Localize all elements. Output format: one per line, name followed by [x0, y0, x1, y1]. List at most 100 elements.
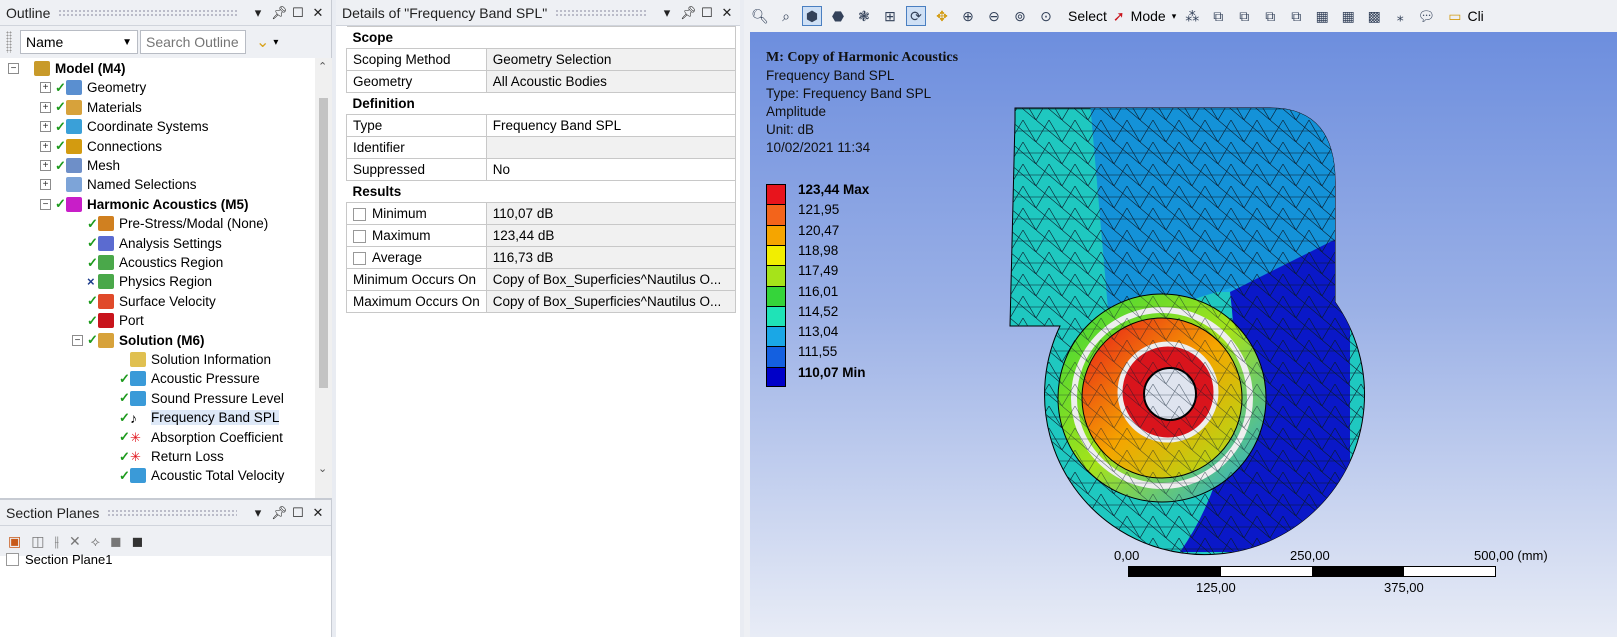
select-edge-icon[interactable]: ⧉	[1208, 6, 1228, 26]
tree-item[interactable]: ✓ Acoustic Total Velocity	[104, 466, 284, 485]
select-node-icon[interactable]: ⧉	[1286, 6, 1306, 26]
details-row[interactable]: Minimum 110,07 dB	[346, 202, 737, 225]
tree-item[interactable]: − ✓ Solution (M6)	[72, 331, 204, 350]
details-row[interactable]: Scoping Method Geometry Selection	[346, 48, 737, 71]
tree-item[interactable]: ✓ Acoustics Region	[72, 253, 223, 272]
tree-item[interactable]: ✓ Analysis Settings	[72, 234, 222, 253]
parameter-checkbox[interactable]	[353, 251, 366, 265]
expand-toggle-icon[interactable]: +	[40, 160, 51, 171]
select-label[interactable]: Select	[1068, 8, 1107, 24]
select-vertex-icon[interactable]: ⁂	[1182, 6, 1202, 26]
scroll-down-icon[interactable]: ⌄	[318, 462, 327, 475]
pan-icon[interactable]: ✥	[932, 6, 952, 26]
property-value[interactable]: All Acoustic Bodies	[485, 70, 737, 93]
tree-item[interactable]: ✓ ♪ Frequency Band SPL	[104, 408, 280, 427]
delete-section-icon[interactable]: ✕	[69, 533, 81, 550]
tree-item[interactable]: ✓ Sound Pressure Level	[104, 389, 284, 408]
dropdown-icon[interactable]: ▾	[660, 5, 674, 21]
solid-icon[interactable]: ⬢	[802, 6, 822, 26]
clipboard-icon[interactable]: ▭	[1448, 8, 1461, 25]
label-icon[interactable]: 💬︎	[1416, 6, 1436, 26]
expand-toggle-icon[interactable]: +	[40, 179, 51, 191]
property-value[interactable]: 123,44 dB	[485, 224, 737, 247]
property-value[interactable]	[485, 136, 737, 159]
property-value[interactable]: Copy of Box_Superficies^Nautilus O...	[485, 290, 737, 313]
dropdown-icon[interactable]: ▾	[251, 505, 265, 521]
tree-item[interactable]: + ✓ Coordinate Systems	[40, 117, 209, 136]
tree-item[interactable]: ✓ ✳ Return Loss	[104, 447, 224, 466]
tree-item[interactable]: + ✓ Materials	[40, 98, 142, 117]
maximize-icon[interactable]: ☐	[291, 5, 305, 21]
select-cursor-icon[interactable]: ➚	[1113, 8, 1125, 25]
property-value[interactable]: No	[485, 158, 737, 181]
tree-item[interactable]: + ✓ Geometry	[40, 78, 146, 97]
property-value[interactable]: Frequency Band SPL	[485, 114, 737, 137]
maximize-icon[interactable]: ☐	[291, 505, 305, 521]
wireframe-icon[interactable]: ⊞	[880, 6, 900, 26]
expand-toggle-icon[interactable]: +	[40, 101, 51, 113]
shaded-icon[interactable]: ⬣	[828, 6, 848, 26]
details-row[interactable]: Maximum Occurs On Copy of Box_Superficies…	[346, 290, 737, 313]
expand-toggle-icon[interactable]: −	[40, 198, 51, 210]
property-value[interactable]: Geometry Selection	[485, 48, 737, 71]
new-section-icon[interactable]: ▣	[8, 533, 21, 550]
cap-icon[interactable]: ⟡	[91, 533, 100, 550]
close-icon[interactable]: ✕	[311, 505, 325, 521]
tree-item[interactable]: ✓ ✳ Absorption Coefficient	[104, 428, 283, 447]
section-plane-icon[interactable]: ⫲	[54, 533, 59, 550]
details-row[interactable]: Identifier	[346, 136, 737, 159]
tree-item[interactable]: + ✓ Connections	[40, 137, 162, 156]
tree-scrollbar[interactable]: ⌃ ⌄	[315, 58, 332, 498]
dropdown-icon[interactable]: ▾	[251, 5, 265, 21]
expand-tree-icon[interactable]: ⌄	[256, 32, 269, 52]
tree-item[interactable]: − ✓ Harmonic Acoustics (M5)	[40, 195, 249, 214]
expand-toggle-icon[interactable]: +	[40, 121, 51, 133]
box-zoom-icon[interactable]: ⊚	[1010, 6, 1030, 26]
maximize-icon[interactable]: ☐	[700, 5, 714, 21]
coordinate-triad-icon[interactable]: ⁎	[1390, 6, 1410, 26]
filter-combo[interactable]: Name ▼	[20, 30, 138, 54]
pin-icon[interactable]: 📌︎	[271, 505, 288, 521]
zoom-in-icon[interactable]: ⊕	[958, 6, 978, 26]
close-icon[interactable]: ✕	[720, 5, 734, 21]
scroll-up-icon[interactable]: ⌃	[318, 60, 327, 73]
tree-item[interactable]: ✓ Acoustic Pressure	[104, 369, 260, 388]
chevron-down-icon[interactable]: ▾	[1172, 11, 1177, 22]
pin-icon[interactable]: 📌︎	[680, 5, 697, 21]
section-plane-item[interactable]: Section Plane1	[6, 552, 112, 567]
property-value[interactable]: 116,73 dB	[485, 246, 737, 269]
details-group-header[interactable]: −Definition	[346, 92, 736, 115]
zoom-out-icon[interactable]: ⊖	[984, 6, 1004, 26]
expand-toggle-icon[interactable]: −	[8, 63, 19, 74]
details-row[interactable]: Suppressed No	[346, 158, 737, 181]
clip-label[interactable]: Cli	[1467, 8, 1483, 24]
tree-item[interactable]: ✓ Pre-Stress/Modal (None)	[72, 214, 268, 233]
edit-section-icon[interactable]: ◫	[31, 533, 44, 550]
zoom-box-icon[interactable]: ⌕	[776, 6, 796, 26]
select-mesh-icon[interactable]: ▦	[1338, 6, 1358, 26]
property-value[interactable]: Copy of Box_Superficies^Nautilus O...	[485, 268, 737, 291]
tree-item[interactable]: + ✓ Mesh	[40, 156, 120, 175]
rotate-icon[interactable]: ⟳	[906, 6, 926, 26]
parameter-checkbox[interactable]	[353, 229, 366, 243]
details-row[interactable]: Maximum 123,44 dB	[346, 224, 737, 247]
tree-item[interactable]: Solution Information	[104, 350, 271, 369]
expand-toggle-icon[interactable]: +	[40, 140, 51, 152]
zoom-fit-icon[interactable]: 🔍︎	[750, 6, 770, 26]
details-row[interactable]: Geometry All Acoustic Bodies	[346, 70, 737, 93]
tree-item[interactable]: + Named Selections	[40, 175, 197, 194]
pin-icon[interactable]: 📌︎	[271, 5, 288, 21]
details-group-header[interactable]: −Results	[346, 180, 736, 203]
mode-label[interactable]: Mode	[1131, 8, 1166, 24]
show-section-icon[interactable]: ◼	[132, 533, 144, 550]
close-icon[interactable]: ✕	[311, 5, 325, 21]
select-body-icon[interactable]: ⧉	[1260, 6, 1280, 26]
parameter-checkbox[interactable]	[353, 207, 366, 221]
details-group-header[interactable]: −Scope	[346, 26, 736, 49]
tree-item[interactable]: − Model (M4)	[8, 59, 126, 78]
scroll-thumb[interactable]	[319, 98, 328, 388]
details-row[interactable]: Type Frequency Band SPL	[346, 114, 737, 137]
tree-item[interactable]: ✓ Surface Velocity	[72, 292, 216, 311]
show-whole-icon[interactable]: ◼	[110, 533, 122, 550]
tree-item[interactable]: ✓ Port	[72, 311, 144, 330]
